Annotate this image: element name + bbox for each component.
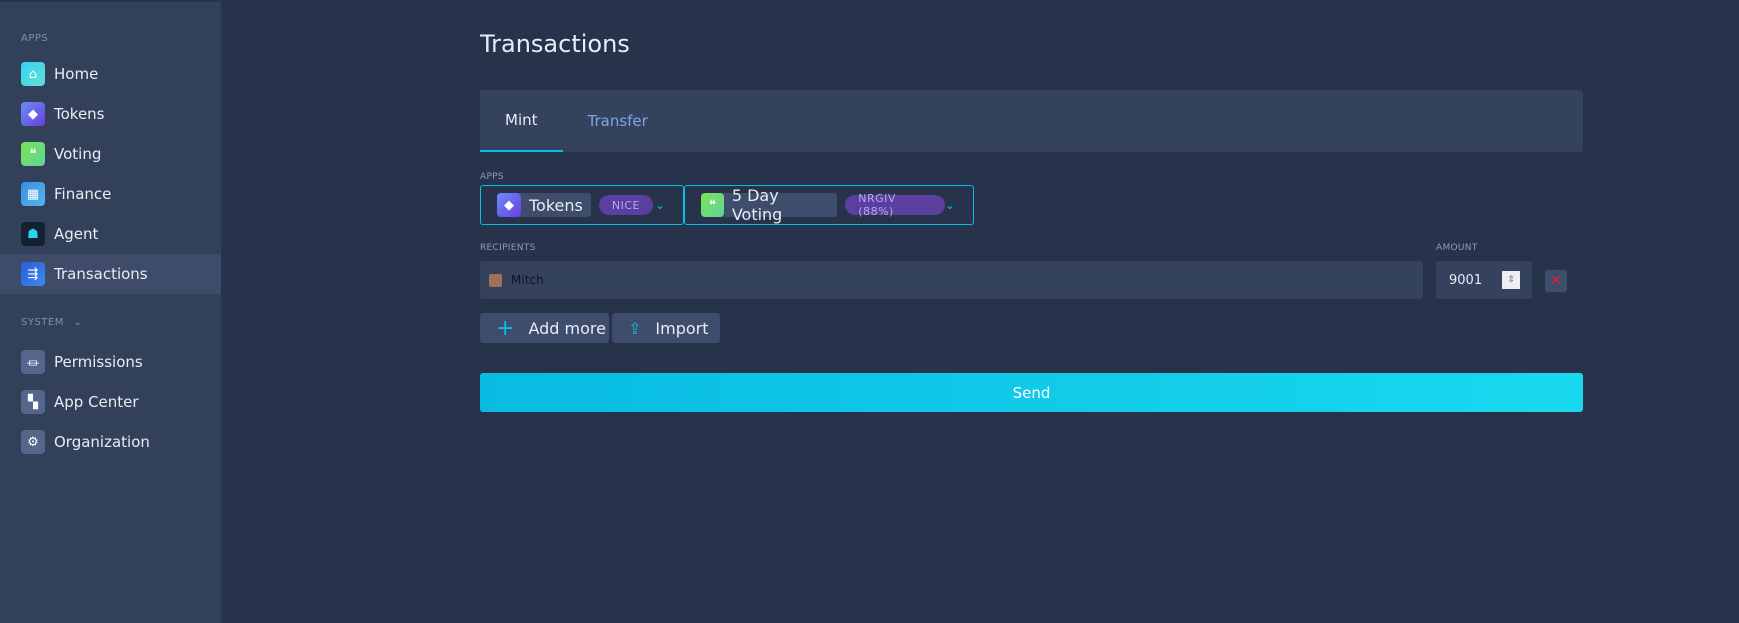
tab-mint[interactable]: Mint (480, 90, 563, 152)
sidebar-item-label: Finance (54, 185, 112, 203)
system-label: SYSTEM (21, 317, 64, 328)
sidebar-item-label: Permissions (54, 353, 143, 371)
plus-icon: + (496, 315, 515, 341)
import-label: Import (655, 318, 709, 338)
sidebar-item-label: Home (54, 65, 99, 83)
recipient-input[interactable]: Mitch (480, 261, 1423, 299)
sidebar-item-tokens[interactable]: ◆ Tokens (0, 94, 221, 134)
add-more-label: Add more (528, 318, 606, 338)
sidebar-item-label: Organization (54, 433, 150, 451)
finance-icon: ▦ (21, 182, 45, 206)
voting-icon: ❝ (21, 142, 45, 166)
number-stepper[interactable]: ⇕ (1502, 271, 1520, 289)
recipient-value: Mitch (511, 273, 544, 287)
organization-icon: ⚙ (21, 430, 45, 454)
close-icon: ✕ (1550, 273, 1562, 289)
apps-label: APPS (480, 172, 504, 182)
page-title: Transactions (480, 30, 630, 58)
recipients-label: RECIPIENTS (480, 243, 536, 253)
voting-name: 5 Day Voting (731, 186, 783, 224)
upload-icon: ⇪ (628, 318, 642, 338)
sidebar-item-label: Voting (54, 145, 102, 163)
voting-select[interactable]: ❝ 5 Day Voting NRGIV (88%) ⌄ (684, 185, 974, 225)
amount-input[interactable]: 9001 ⇕ (1436, 261, 1532, 299)
sidebar-item-label: App Center (54, 393, 139, 411)
app-center-icon: ▚ (21, 390, 45, 414)
sidebar-item-label: Agent (54, 225, 99, 243)
app-name: Tokens (529, 195, 583, 215)
tokens-icon: ◆ (21, 102, 45, 126)
sidebar-item-app-center[interactable]: ▚ App Center (0, 382, 221, 422)
chevron-down-icon: ⌄ (654, 198, 665, 212)
apps-section-label: APPS (21, 33, 49, 44)
send-button[interactable]: Send (480, 373, 1583, 412)
sidebar: APPS ⌂ Home ◆ Tokens ❝ Voting ▦ Finance ☗ Age… (0, 2, 221, 623)
chevron-down-icon: ⌄ (944, 198, 955, 212)
sidebar-item-organization[interactable]: ⚙ Organization (0, 422, 221, 462)
tab-transfer[interactable]: Transfer (563, 90, 673, 152)
import-button[interactable]: ⇪ Import (612, 313, 720, 343)
add-more-button[interactable]: + Add more (480, 313, 609, 343)
amount-label: AMOUNT (1436, 243, 1478, 253)
token-badge: NICE (598, 195, 653, 215)
system-section-toggle[interactable]: SYSTEM ⌄ (21, 317, 82, 328)
voting-badge: NRGIV (88%) (845, 192, 945, 218)
voting-chip: ❝ 5 Day Voting (701, 186, 838, 224)
sidebar-item-permissions[interactable]: ⏛ Permissions (0, 342, 221, 382)
sidebar-item-agent[interactable]: ☗ Agent (0, 214, 221, 254)
voting-icon: ❝ (701, 193, 724, 217)
sidebar-item-label: Tokens (54, 105, 105, 123)
agent-icon: ☗ (21, 222, 45, 246)
sidebar-item-voting[interactable]: ❝ Voting (0, 134, 221, 174)
sidebar-item-label: Transactions (54, 265, 148, 283)
app-chip: ◆ Tokens (497, 193, 591, 217)
sidebar-item-finance[interactable]: ▦ Finance (0, 174, 221, 214)
app-select[interactable]: ◆ Tokens NICE ⌄ (480, 185, 684, 225)
remove-recipient-button[interactable]: ✕ (1545, 270, 1567, 292)
sidebar-item-transactions[interactable]: ⇶ Transactions (0, 254, 221, 294)
permissions-icon: ⏛ (21, 350, 45, 374)
transactions-icon: ⇶ (21, 262, 45, 286)
amount-value: 9001 (1449, 272, 1483, 288)
sidebar-item-home[interactable]: ⌂ Home (0, 54, 221, 94)
tab-bar: Mint Transfer (480, 90, 1583, 152)
avatar (489, 273, 502, 287)
chevron-down-icon: ⌄ (73, 317, 83, 328)
home-icon: ⌂ (21, 62, 45, 86)
tokens-icon: ◆ (497, 193, 521, 217)
